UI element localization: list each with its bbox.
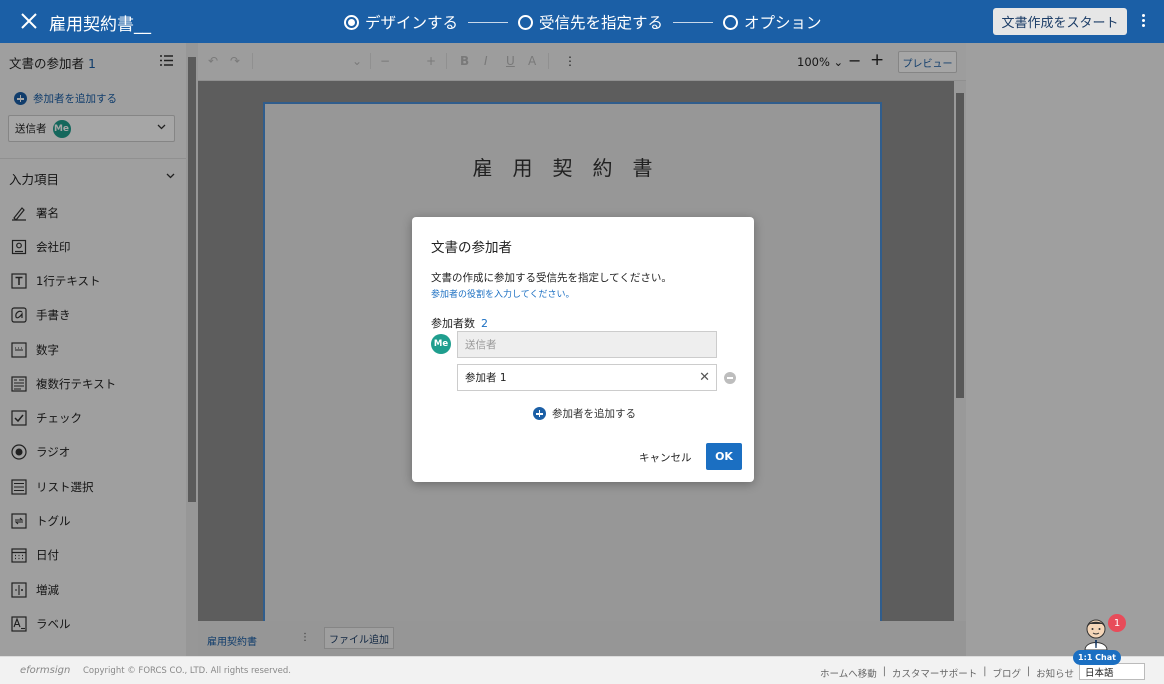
sender-field: 送信者 [457, 331, 717, 358]
plus-circle-icon [533, 407, 546, 420]
radio-icon [518, 14, 534, 30]
ok-button[interactable]: OK [706, 443, 742, 470]
more-menu-icon[interactable] [1137, 12, 1149, 32]
radio-selected-icon [344, 14, 359, 30]
footer-links: ホームへ移動 | カスタマーサポート | ブログ | お知らせ [820, 666, 1074, 680]
dialog-title: 文書の参加者 [431, 240, 512, 256]
step-options[interactable]: オプション [723, 11, 822, 33]
remove-participant-icon[interactable] [724, 372, 736, 384]
support-agent-icon [1084, 619, 1108, 650]
cancel-button[interactable]: キャンセル [639, 450, 692, 465]
add-participant-button[interactable]: 参加者を追加する [533, 406, 636, 421]
close-icon[interactable] [18, 10, 40, 32]
chat-badge: 1 [1108, 614, 1126, 632]
step-indicator: デザインする 受信先を指定する オプション [344, 11, 822, 33]
home-link[interactable]: ホームへ移動 [820, 666, 877, 680]
me-avatar: Me [431, 334, 451, 354]
step-recipients[interactable]: 受信先を指定する [518, 11, 663, 33]
eformsign-logo: eformsign [20, 665, 71, 676]
news-link[interactable]: お知らせ [1036, 666, 1074, 680]
step-design[interactable]: デザインする [344, 11, 458, 33]
dialog-description: 文書の作成に参加する受信先を指定してください。 [431, 272, 672, 284]
radio-icon [723, 14, 739, 30]
footer: eformsign Copyright © FORCS CO., LTD. Al… [0, 656, 1164, 684]
start-document-button[interactable]: 文書作成をスタート [993, 8, 1127, 35]
chat-widget[interactable]: 1:1 Chat 1 [1072, 614, 1126, 666]
role-hint-link[interactable]: 参加者の役割を入力してください。 [431, 287, 574, 300]
step-connector [673, 21, 714, 23]
participant-count: 参加者数 2 [431, 317, 488, 330]
document-title: 雇用契約書__ [49, 15, 151, 35]
chat-label: 1:1 Chat [1073, 650, 1121, 665]
top-header: 雇用契約書__ デザインする 受信先を指定する オプション 文書作成をスタート [0, 0, 1164, 43]
step-connector [468, 21, 509, 23]
participants-dialog: 文書の参加者 文書の作成に参加する受信先を指定してください。 参加者の役割を入力… [412, 217, 754, 482]
clear-icon[interactable]: ✕ [699, 370, 710, 385]
support-link[interactable]: カスタマーサポート [892, 666, 977, 680]
blog-link[interactable]: ブログ [992, 666, 1021, 680]
participant-1-field[interactable]: 参加者 1 ✕ [457, 364, 717, 391]
copyright: Copyright © FORCS CO., LTD. All rights r… [83, 666, 292, 676]
